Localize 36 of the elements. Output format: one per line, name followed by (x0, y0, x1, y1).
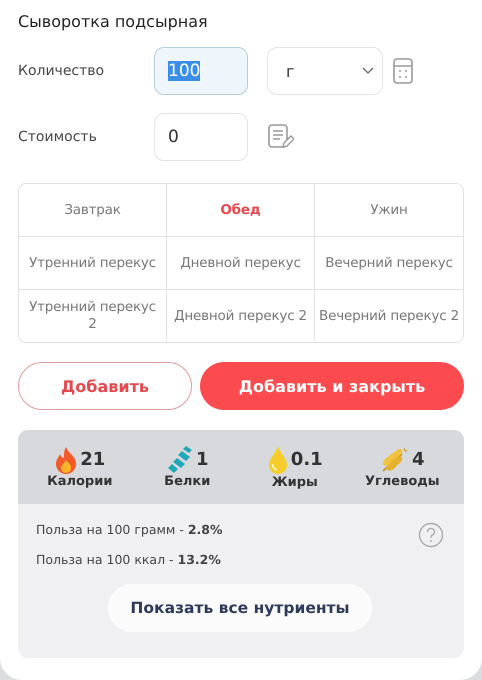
add-and-close-button[interactable]: Добавить и закрыть (200, 362, 464, 410)
note-edit-icon[interactable] (268, 124, 294, 150)
cost-field[interactable]: 0 (154, 113, 248, 161)
nutrient-value: 21 (80, 449, 106, 470)
nutrient-label: Калории (47, 474, 112, 488)
meal-option[interactable]: Обед (167, 184, 315, 237)
meal-option[interactable]: Вечерний перекус 2 (315, 290, 463, 342)
quantity-field[interactable]: 100 (154, 47, 248, 95)
help-icon[interactable] (418, 522, 444, 548)
cost-label: Стоимость (18, 129, 98, 145)
food-title: Сыворотка подсырная (18, 12, 209, 31)
meal-option[interactable]: Утренний перекус (19, 237, 167, 290)
helix-icon (166, 446, 194, 474)
unit-select[interactable]: г (267, 47, 383, 95)
calculator-icon[interactable] (393, 58, 413, 84)
nutrient-label: Жиры (272, 474, 318, 490)
show-all-nutrients-button[interactable]: Показать все нутриенты (108, 584, 372, 632)
meal-option[interactable]: Вечерний перекус (315, 237, 463, 290)
nutrient-label: Белки (164, 474, 210, 488)
meal-option[interactable]: Утренний перекус 2 (19, 290, 167, 342)
nutrient-value: 4 (412, 449, 425, 470)
nutrient-value: 1 (196, 449, 209, 470)
benefit-text: Польза на 100 ккал - 13.2% (36, 552, 222, 567)
drop-icon (266, 444, 289, 474)
benefit-text: Польза на 100 грамм - 2.8% (36, 522, 222, 537)
meal-option[interactable]: Завтрак (19, 184, 167, 237)
add-button[interactable]: Добавить (18, 362, 192, 410)
nutrient-value: 0.1 (290, 449, 323, 470)
wheat-icon (380, 446, 410, 474)
meal-option[interactable]: Дневной перекус 2 (167, 290, 315, 342)
chevron-down-icon (362, 67, 374, 75)
meal-option[interactable]: Дневной перекус (167, 237, 315, 290)
nutrient-label: Углеводы (364, 474, 440, 488)
meal-option[interactable]: Ужин (315, 184, 463, 237)
quantity-label: Количество (18, 63, 106, 79)
flame-icon (54, 446, 78, 474)
